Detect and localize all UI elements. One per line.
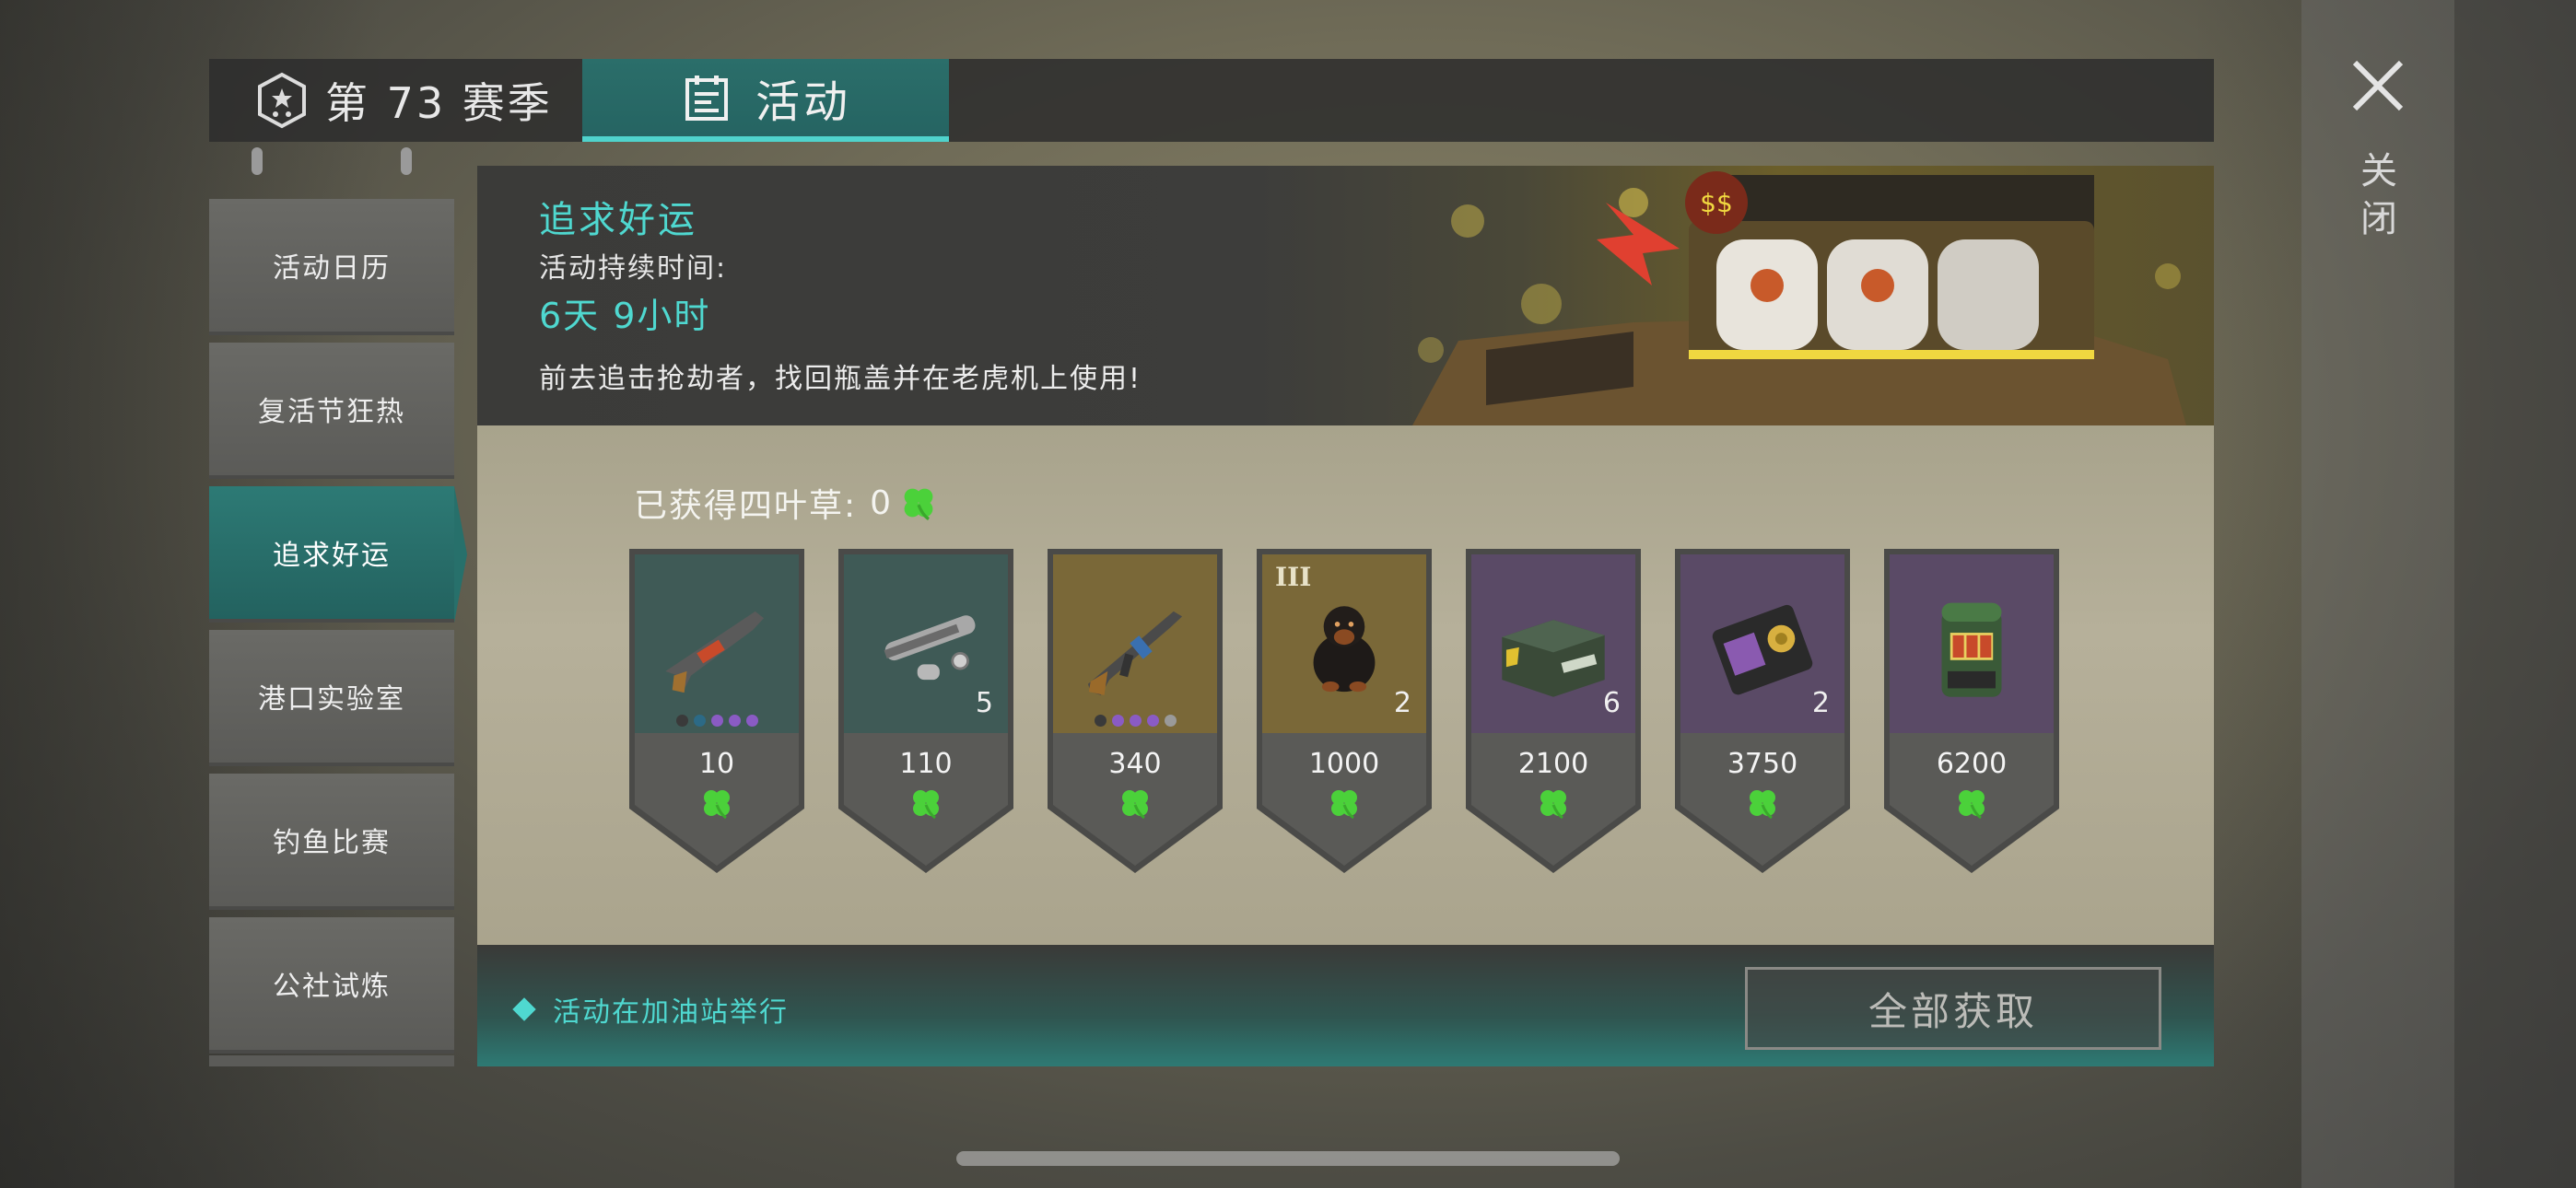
reward-card[interactable]: 6 2100 xyxy=(1466,549,1641,873)
rarity-dot xyxy=(675,715,688,727)
reward-cost: 1000 xyxy=(1308,748,1380,780)
clover-progress: 已获得四叶草: 0 xyxy=(634,479,939,527)
reward-quantity: 5 xyxy=(975,687,993,719)
rarity-dot xyxy=(710,715,723,727)
sidebar-item-calendar[interactable]: 活动日历 xyxy=(209,199,454,335)
event-location: 活动在加油站举行 xyxy=(512,989,789,1030)
sidebar-item-luck[interactable]: 追求好运 xyxy=(209,486,467,623)
reward-cost: 340 xyxy=(1108,748,1162,780)
tab-season-label: 第 73 赛季 xyxy=(325,78,553,128)
sidebar-scroll-edge xyxy=(209,1055,454,1066)
calendar-icon xyxy=(685,76,728,121)
rarity-dot xyxy=(1146,715,1159,727)
clover-icon xyxy=(913,790,939,820)
clover-icon xyxy=(1959,790,1985,820)
sidebar-pin xyxy=(401,147,412,175)
reward-cost: 2100 xyxy=(1517,748,1589,780)
event-banner: $$ 追求好运 活动持续时间: 6天 9小时 前去追击抢劫者，找回瓶盖并在老虎机… xyxy=(477,166,2214,425)
claim-all-button[interactable]: 全部获取 xyxy=(1745,967,2161,1050)
rarity-dot xyxy=(1164,715,1177,727)
sidebar-item-fishing[interactable]: 钓鱼比赛 xyxy=(209,774,454,910)
close-label[interactable]: 关闭 xyxy=(2359,147,2399,243)
police-badge-icon xyxy=(1712,604,1813,695)
clover-progress-count: 0 xyxy=(870,483,894,522)
slot-machine-icon xyxy=(1941,602,2002,697)
reward-tier: III xyxy=(1275,562,1312,592)
clover-icon xyxy=(704,790,730,820)
reward-card[interactable]: 2 3750 xyxy=(1675,549,1850,873)
event-location-text: 活动在加油站举行 xyxy=(553,996,789,1029)
shotgun-icon xyxy=(665,611,765,693)
sidebar-item-harbor-lab[interactable]: 港口实验室 xyxy=(209,630,454,766)
rottweiler-dog-icon xyxy=(1313,606,1376,693)
reward-rarity-dots xyxy=(1048,715,1223,727)
event-description: 前去追击抢劫者，找回瓶盖并在老虎机上使用! xyxy=(539,363,1142,395)
reward-cost: 110 xyxy=(899,748,953,780)
silencer-parts-icon xyxy=(884,615,976,681)
event-footer: 活动在加油站举行 全部获取 xyxy=(477,945,2214,1066)
reward-cost: 10 xyxy=(698,748,735,780)
clover-icon xyxy=(1540,790,1566,820)
sidebar-item-easter[interactable]: 复活节狂热 xyxy=(209,343,454,479)
home-indicator[interactable] xyxy=(956,1151,1620,1166)
reward-quantity: 2 xyxy=(1811,687,1830,719)
rarity-dot xyxy=(1129,715,1142,727)
clover-icon xyxy=(1331,790,1357,820)
tab-activity[interactable]: 活动 xyxy=(582,59,949,142)
event-duration-label: 活动持续时间: xyxy=(539,252,728,285)
reward-card[interactable]: 10 xyxy=(629,549,804,873)
reward-card[interactable]: 5 110 xyxy=(838,549,1013,873)
reward-quantity: 6 xyxy=(1602,687,1621,719)
rarity-dot xyxy=(745,715,758,727)
sidebar-scroll-pins xyxy=(209,147,454,175)
reward-card[interactable]: 340 xyxy=(1048,549,1223,873)
reward-quantity: 2 xyxy=(1393,687,1411,719)
rarity-dot xyxy=(693,715,706,727)
assault-rifle-icon xyxy=(1087,611,1183,695)
clover-progress-label: 已获得四叶草: xyxy=(634,487,858,525)
reward-cost: 6200 xyxy=(1936,748,2008,780)
clover-icon xyxy=(1750,790,1775,820)
reward-rarity-dots xyxy=(629,715,804,727)
rarity-dot xyxy=(1111,715,1124,727)
sidebar-pin xyxy=(252,147,263,175)
svg-text:$$: $$ xyxy=(1700,188,1733,218)
rarity-dot xyxy=(1094,715,1107,727)
diamond-bullet-icon xyxy=(512,997,536,1021)
event-duration: 6天 9小时 xyxy=(539,296,711,336)
reward-cost: 3750 xyxy=(1727,748,1798,780)
rarity-dot xyxy=(728,715,741,727)
tab-activity-label: 活动 xyxy=(755,76,852,128)
close-icon[interactable] xyxy=(2348,55,2408,116)
season-shield-icon xyxy=(258,72,306,129)
clover-icon xyxy=(1122,790,1148,820)
event-title: 追求好运 xyxy=(539,199,697,241)
reward-card[interactable]: 6200 xyxy=(1884,549,2059,873)
clover-icon xyxy=(904,488,933,520)
slot-machine-truck-art: $$ xyxy=(1412,171,2186,425)
tab-season[interactable]: 第 73 赛季 xyxy=(209,59,582,142)
reward-card[interactable]: III 2 1000 xyxy=(1257,549,1432,873)
weapon-crate-icon xyxy=(1502,620,1605,697)
right-edge-panel xyxy=(2454,0,2576,1188)
sidebar-item-commune-trial[interactable]: 公社试炼 xyxy=(209,917,454,1054)
